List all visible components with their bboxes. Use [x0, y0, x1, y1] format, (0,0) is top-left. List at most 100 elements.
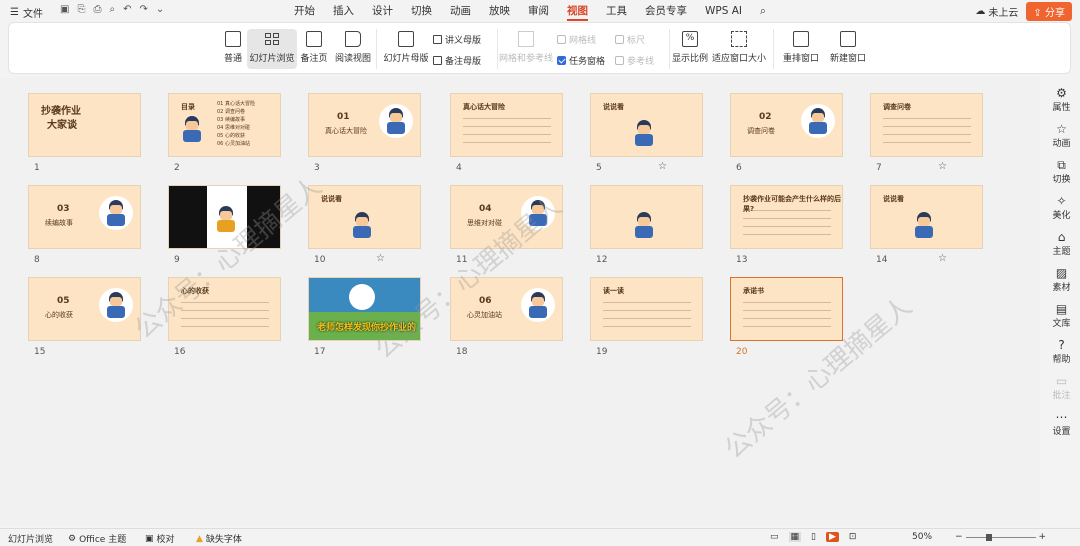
tab-home[interactable]: 开始 [285, 4, 324, 18]
slide-thumbnail[interactable]: 承诺书 [730, 277, 843, 341]
reading-view-icon[interactable]: ▯ [811, 532, 816, 542]
slide-thumbnail[interactable]: 01 真心话大冒险 [308, 93, 421, 157]
tab-review[interactable]: 审阅 [519, 4, 558, 18]
search-icon[interactable]: ⌕ [751, 4, 775, 18]
slide-thumbnail[interactable]: 04 思维对对碰 [450, 185, 563, 249]
beautify-button[interactable]: ✧ 美化 [1043, 194, 1080, 221]
slide-title: 真心话大冒险 [325, 127, 367, 135]
cloud-status[interactable]: ☁ 未上云 [975, 4, 1018, 19]
gridlines-checkbox[interactable]: 网格线 [557, 33, 596, 46]
tab-member[interactable]: 会员专享 [636, 4, 696, 18]
slide-thumbnail[interactable] [168, 185, 281, 249]
slide-thumbnail[interactable]: 02 调查问卷 [730, 93, 843, 157]
slide-thumbnail[interactable]: 心的收获 [168, 277, 281, 341]
tab-wps-ai[interactable]: WPS AI [696, 4, 751, 18]
settings-button[interactable]: ⋯ 设置 [1043, 410, 1080, 437]
transition-star-icon[interactable]: ☆ [376, 253, 385, 264]
tab-design[interactable]: 设计 [363, 4, 402, 18]
zoom-out-icon[interactable]: − [955, 532, 963, 542]
redo-icon[interactable]: ↷ [139, 4, 147, 15]
more-icon[interactable]: ⌄ [156, 4, 164, 15]
ruler-checkbox[interactable]: 标尺 [615, 33, 645, 46]
tab-animation[interactable]: 动画 [441, 4, 480, 18]
comment-button[interactable]: ▭ 批注 [1043, 374, 1080, 401]
slide-thumbnail[interactable]: 目录 01 真心话大冒险 02 调查问卷 03 续编故事 04 思维对对碰 05 心的收获… [168, 93, 281, 157]
zoom-thumb[interactable] [985, 533, 992, 541]
view-mode-status[interactable]: 幻灯片浏览 [8, 532, 53, 545]
zoom-level[interactable]: 50% [912, 532, 932, 542]
proofing-status[interactable]: ▣ 校对 [145, 532, 175, 546]
slide-number: 10 [314, 255, 326, 265]
print-preview-icon[interactable]: ⌕ [109, 4, 115, 15]
slide-sorter-button[interactable]: 幻灯片浏览 [247, 29, 297, 69]
transition-star-icon[interactable]: ☆ [658, 161, 667, 172]
reading-view-button[interactable]: 阅读视图 [333, 23, 373, 73]
guides-check [615, 56, 624, 65]
theme-status[interactable]: ⚙ Office 主题 [68, 532, 127, 546]
notes-master-button[interactable]: 备注母版 [433, 54, 481, 67]
slide-thumbnail[interactable]: 抄袭作业 大家谈 [28, 93, 141, 157]
slide-thumbnail[interactable]: 06 心灵加油站 [450, 277, 563, 341]
normal-view-icon[interactable]: ▭ [770, 532, 779, 542]
theme-button[interactable]: ⌂ 主题 [1043, 230, 1080, 257]
library-button[interactable]: ▤ 文库 [1043, 302, 1080, 329]
top-right: ☁ 未上云 ⇪ 分享 [975, 2, 1072, 21]
slide-thumbnail[interactable]: 说说看 [870, 185, 983, 249]
tab-tools[interactable]: 工具 [597, 4, 636, 18]
slide-master-button[interactable]: 幻灯片母版 [383, 23, 429, 73]
tab-slideshow[interactable]: 放映 [480, 4, 519, 18]
notes-page-button[interactable]: 备注页 [299, 23, 329, 73]
slide-thumbnail[interactable]: 读一读 [590, 277, 703, 341]
slide-thumbnail[interactable]: 真心话大冒险 [450, 93, 563, 157]
task-pane-checkbox[interactable]: 任务窗格 [557, 54, 605, 67]
transition-button[interactable]: ⧉ 切换 [1043, 158, 1080, 185]
sorter-view-icon[interactable]: ▦ [788, 532, 802, 542]
animation-button[interactable]: ☆ 动画 [1043, 122, 1080, 149]
slide-thumbnail[interactable]: 抄袭作业可能会产生什么样的后果? [730, 185, 843, 249]
play-icon[interactable]: ▶ [825, 532, 839, 542]
print-icon[interactable]: ⎙ [93, 4, 101, 15]
notes-page-icon [306, 31, 322, 47]
fit-window-button[interactable]: 适应窗口大小 [711, 23, 767, 73]
slide-thumbnail[interactable]: 03 续编故事 [28, 185, 141, 249]
new-window-button[interactable]: 新建窗口 [827, 23, 869, 73]
menu-bar: ☰ 文件 ▣ ⎘ ⎙ ⌕ ↶ ↷ ⌄ 开始 插入 设计 切换 动画 放映 审阅 … [0, 0, 1080, 22]
arrange-window-button[interactable]: 重排窗口 [777, 23, 825, 73]
slide-thumbnail[interactable]: 说说看 [590, 93, 703, 157]
file-menu[interactable]: ☰ 文件 [10, 5, 43, 20]
export-icon[interactable]: ⎘ [77, 4, 85, 15]
slide-number: 3 [314, 163, 320, 173]
undo-icon[interactable]: ↶ [123, 4, 131, 15]
theme-status-label: Office 主题 [79, 535, 127, 545]
properties-button[interactable]: ⚙ 属性 [1043, 86, 1080, 113]
tab-transitions[interactable]: 切换 [402, 4, 441, 18]
grid-icon [518, 31, 534, 47]
tab-view[interactable]: 视图 [558, 4, 597, 21]
slide-thumbnail[interactable] [590, 185, 703, 249]
help-button[interactable]: ? 帮助 [1043, 338, 1080, 365]
transition-star-icon[interactable]: ☆ [938, 253, 947, 264]
missing-font-label: 缺失字体 [205, 535, 242, 545]
zoom-button[interactable]: % 显示比例 [671, 23, 709, 73]
assets-button[interactable]: ▨ 素材 [1043, 266, 1080, 293]
tab-insert[interactable]: 插入 [324, 4, 363, 18]
transition-star-icon[interactable]: ☆ [938, 161, 947, 172]
normal-view-button[interactable]: 普通 [219, 23, 247, 73]
slide-thumbnail[interactable]: 调查问卷 [870, 93, 983, 157]
fit-icon[interactable]: ⊡ [849, 532, 857, 542]
zoom-track[interactable] [965, 533, 1036, 541]
image-icon: ▨ [1055, 266, 1068, 280]
share-button[interactable]: ⇪ 分享 [1026, 2, 1072, 21]
save-icon[interactable]: ▣ [60, 4, 69, 15]
slide-master-icon [398, 31, 414, 47]
handout-master-button[interactable]: 讲义母版 [433, 33, 481, 46]
missing-font-status[interactable]: ▲ 缺失字体 [196, 532, 242, 546]
slide-thumbnail[interactable]: 老师怎样发现你抄作业的 [308, 277, 421, 341]
zoom-in-icon[interactable]: + [1039, 532, 1047, 542]
book-icon [345, 31, 361, 47]
slide-thumbnail[interactable]: 05 心的收获 [28, 277, 141, 341]
zoom-slider[interactable]: − + [955, 532, 1046, 542]
grid-guides-button[interactable]: 网格和参考线 [499, 23, 553, 73]
guides-checkbox[interactable]: 参考线 [615, 54, 654, 67]
slide-thumbnail[interactable]: 说说看 [308, 185, 421, 249]
